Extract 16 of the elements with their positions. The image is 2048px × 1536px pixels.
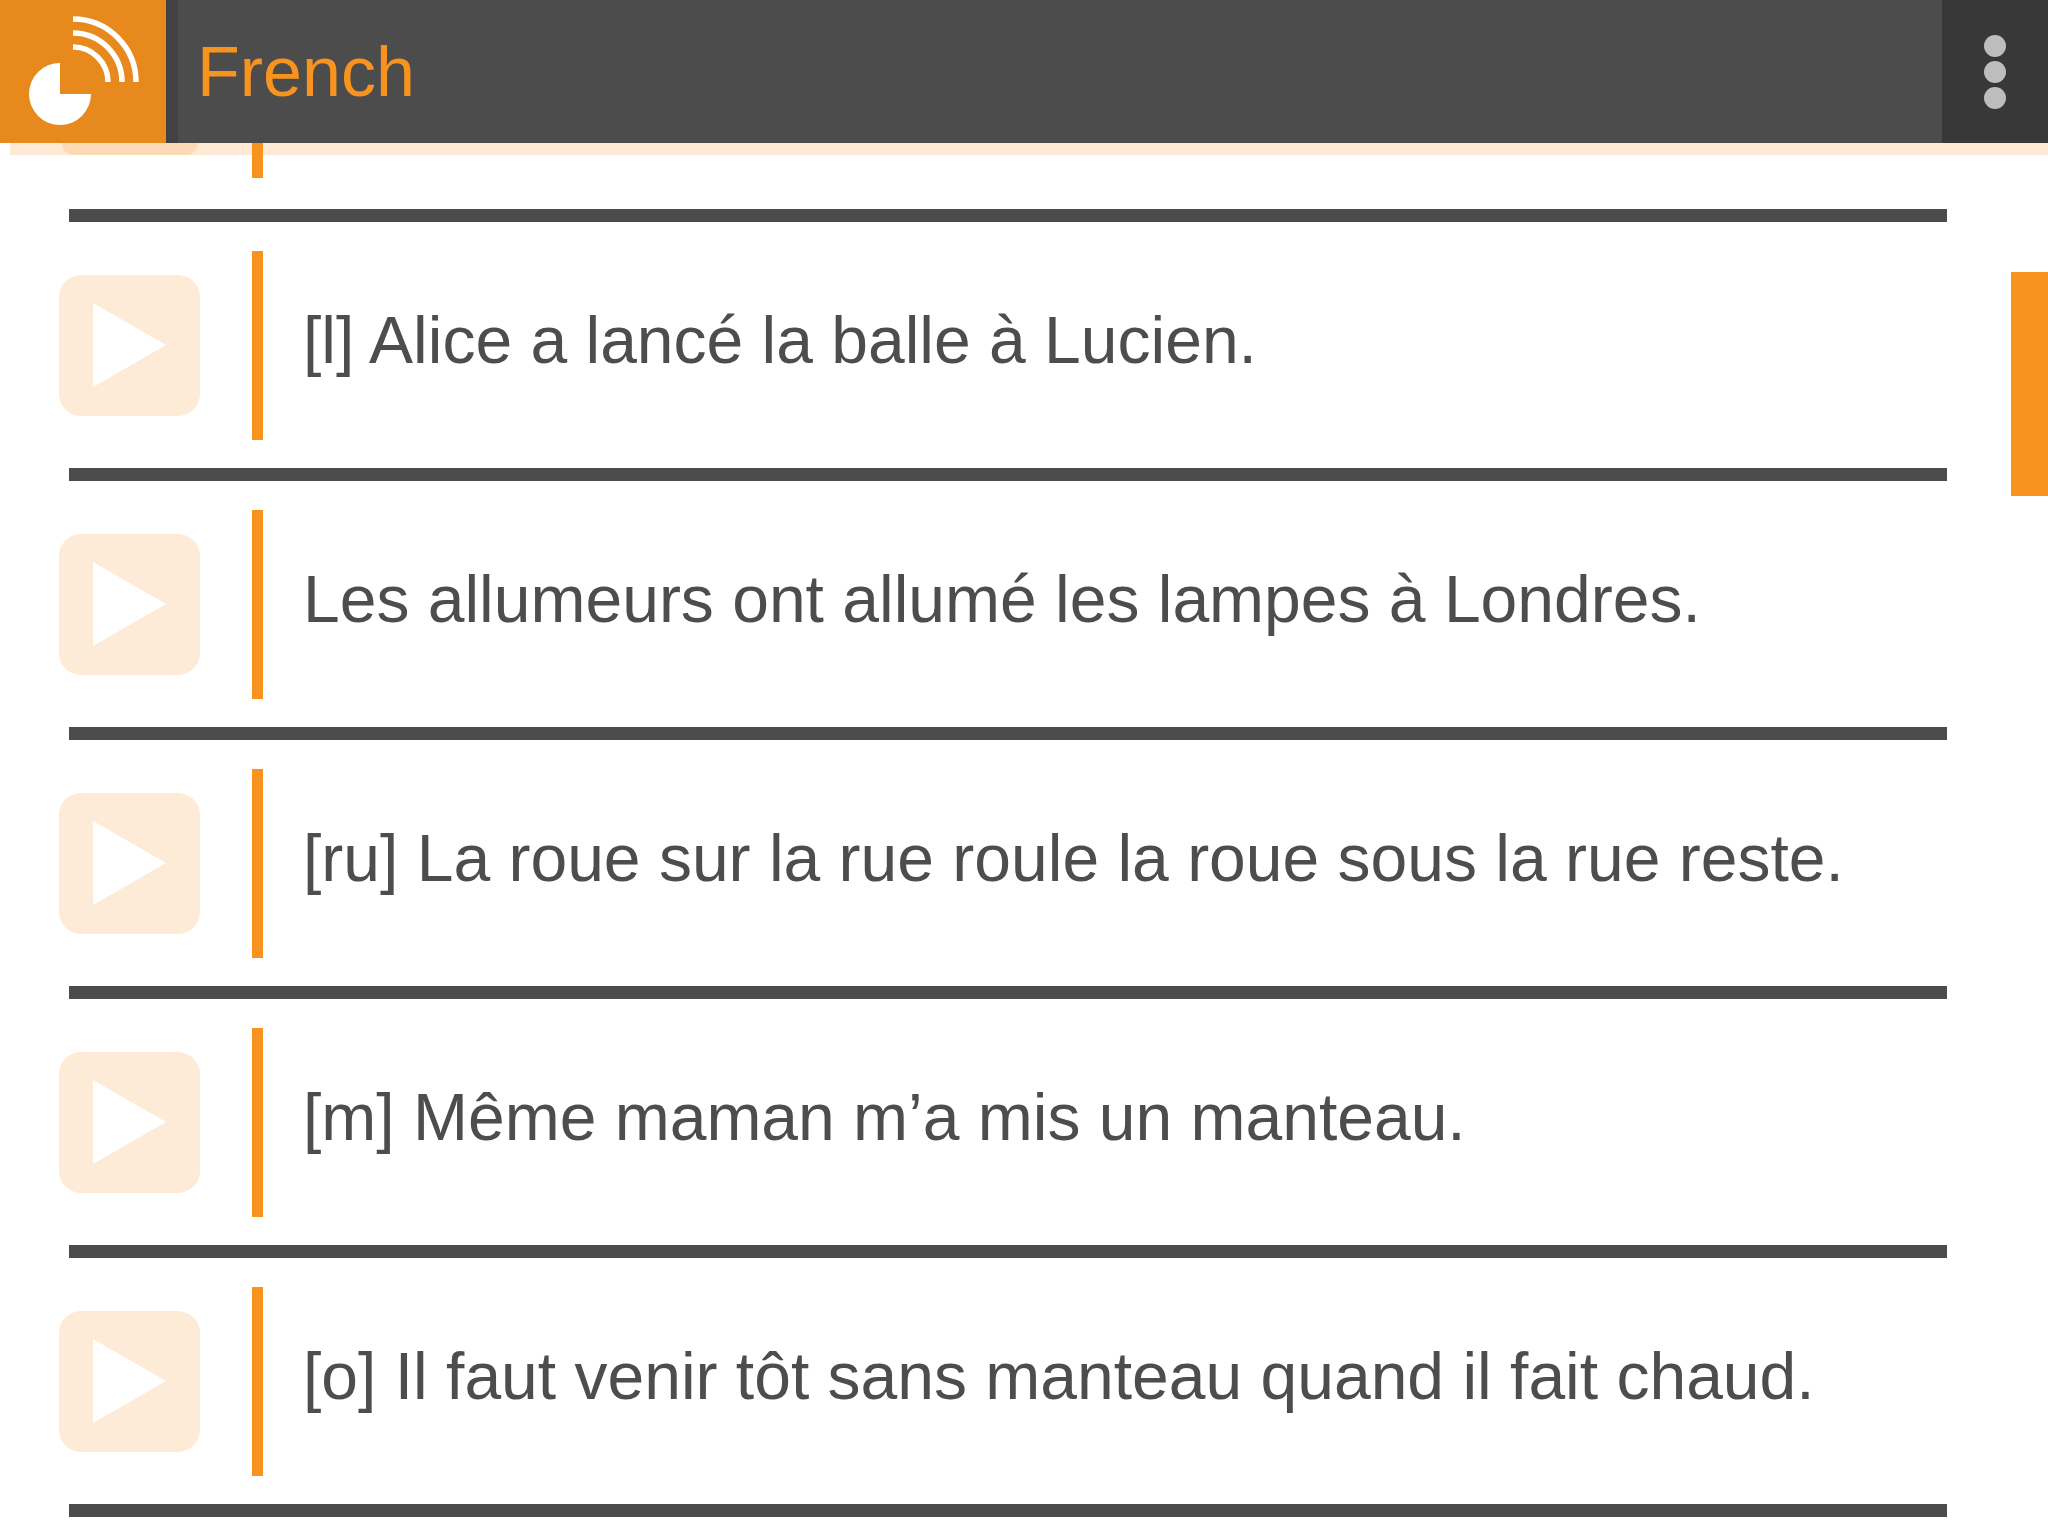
play-icon — [93, 1339, 166, 1423]
scrollbar-thumb[interactable] — [2011, 272, 2048, 496]
play-button[interactable] — [59, 1051, 200, 1193]
play-icon — [93, 562, 166, 646]
more-options-button[interactable] — [1942, 0, 2048, 143]
accent-bar — [252, 143, 263, 178]
play-button[interactable] — [59, 274, 200, 416]
more-vertical-icon — [1984, 34, 2006, 109]
play-button[interactable] — [59, 533, 200, 675]
play-button[interactable] — [59, 1310, 200, 1452]
play-icon — [93, 821, 166, 905]
play-icon — [93, 1080, 166, 1164]
play-icon — [93, 303, 166, 387]
app-title: French — [197, 36, 415, 107]
play-button[interactable] — [59, 792, 200, 934]
play-button[interactable] — [62, 143, 198, 155]
